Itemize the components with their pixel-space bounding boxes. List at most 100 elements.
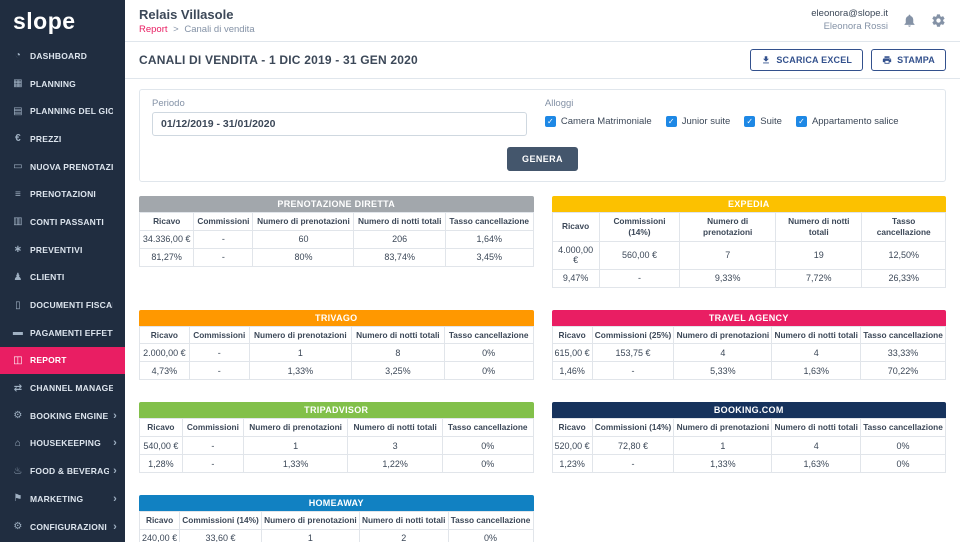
table-row: 520,00 €72,80 €140%: [552, 437, 946, 455]
table-cell: 1: [261, 529, 359, 542]
column-header: Numero di notti totali: [776, 213, 862, 242]
checkbox-icon[interactable]: [666, 116, 677, 127]
periodo-input[interactable]: [152, 112, 527, 136]
column-header: Numero di prenotazioni: [261, 512, 359, 530]
sidebar-item-housekeeping[interactable]: ⌂ HOUSEKEEPING ›: [0, 430, 125, 458]
megaphone-icon: ⚑: [11, 493, 25, 504]
table-cell: 1,28%: [140, 455, 183, 473]
sidebar-item-report[interactable]: ◫ REPORT: [0, 347, 125, 375]
topbar: Relais Villasole Report > Canali di vend…: [125, 0, 960, 42]
sidebar-item-label: FOOD & BEVERAGE: [30, 466, 109, 476]
sidebar-item-dashboard[interactable]: ◔ DASHBOARD: [0, 42, 125, 70]
channel-table-title: TRAVEL AGENCY: [552, 310, 947, 326]
sidebar-item-planning-del-giorno[interactable]: ▤ PLANNING DEL GIORNO: [0, 97, 125, 125]
sidebar-item-label: CHANNEL MANAGER: [30, 383, 113, 393]
calendar-icon: ▦: [11, 78, 25, 89]
genera-button[interactable]: GENERA: [507, 147, 578, 171]
checkbox-icon[interactable]: [796, 116, 807, 127]
column-header: Commissioni: [194, 213, 253, 231]
table-cell: 72,80 €: [592, 437, 674, 455]
alloggio-checkbox[interactable]: Appartamento salice: [796, 116, 899, 127]
chevron-right-icon: ›: [109, 465, 117, 477]
channel-data-table: RicavoCommissioniNumero di prenotazioniN…: [139, 212, 534, 267]
table-cell: 81,27%: [140, 248, 194, 266]
notifications-bell-icon[interactable]: [902, 13, 917, 28]
scarica-excel-button[interactable]: SCARICA EXCEL: [750, 49, 863, 71]
alloggio-checkbox[interactable]: Junior suite: [666, 116, 731, 127]
alloggio-checkbox[interactable]: Suite: [744, 116, 782, 127]
table-row: 540,00 €-130%: [140, 437, 534, 455]
channel-data-table: RicavoCommissioni (14%)Numero di prenota…: [552, 212, 947, 288]
column-header: Numero di prenotazioni: [674, 326, 772, 344]
channel-table-title: EXPEDIA: [552, 196, 947, 212]
table-cell: 1,33%: [674, 455, 772, 473]
stampa-button[interactable]: STAMPA: [871, 49, 946, 71]
checkbox-label: Appartamento salice: [812, 116, 899, 127]
chevron-right-icon: ›: [109, 493, 117, 505]
breadcrumb: Report > Canali di vendita: [139, 24, 255, 35]
table-row: 4.000,00 €560,00 €71912,50%: [552, 241, 946, 269]
table-cell: 0%: [442, 437, 533, 455]
column-header: Ricavo: [552, 419, 592, 437]
home-icon: ⌂: [11, 438, 25, 449]
chart-icon: ◫: [11, 355, 25, 366]
column-header: Numero di prenotazioni: [253, 213, 354, 231]
alloggi-label: Alloggi: [545, 98, 933, 109]
sidebar-item-pagamenti-effettuati[interactable]: ▬ PAGAMENTI EFFETTUATI: [0, 319, 125, 347]
table-header-row: RicavoCommissioni (14%)Numero di prenota…: [552, 213, 946, 242]
sidebar-item-preventivi[interactable]: ∗ PREVENTIVI: [0, 236, 125, 264]
table-row: 34.336,00 €-602061,64%: [140, 230, 534, 248]
page-title: CANALI DI VENDITA - 1 DIC 2019 - 31 GEN …: [139, 53, 418, 67]
sidebar-item-planning[interactable]: ▦ PLANNING: [0, 70, 125, 98]
table-cell: 12,50%: [862, 241, 946, 269]
table-cell: 1,63%: [772, 362, 861, 380]
sidebar-item-conti-passanti[interactable]: ▥ CONTI PASSANTI: [0, 208, 125, 236]
table-cell: 26,33%: [862, 269, 946, 287]
column-header: Commissioni: [189, 326, 249, 344]
table-cell: -: [194, 230, 253, 248]
credit-card-icon: ▬: [11, 327, 25, 338]
channel-table-title: TRIPADVISOR: [139, 402, 534, 418]
periodo-field: Periodo: [152, 98, 527, 136]
table-cell: 70,22%: [861, 362, 946, 380]
table-row: 615,00 €153,75 €4433,33%: [552, 344, 946, 362]
channel-data-table: RicavoCommissioni (25%)Numero di prenota…: [552, 326, 947, 381]
settings-gear-icon[interactable]: [931, 13, 946, 28]
table-cell: 1: [243, 437, 347, 455]
stampa-label: STAMPA: [897, 55, 935, 65]
column-header: Numero di prenotazioni: [249, 326, 351, 344]
receipt-icon: ▥: [11, 216, 25, 227]
sidebar-item-label: PLANNING DEL GIORNO: [30, 106, 113, 116]
sidebar-item-label: PAGAMENTI EFFETTUATI: [30, 328, 113, 338]
column-header: Numero di notti totali: [354, 213, 445, 231]
alloggio-checkbox[interactable]: Camera Matrimoniale: [545, 116, 652, 127]
sidebar-item-configurazioni[interactable]: ⚙ CONFIGURAZIONI ›: [0, 513, 125, 541]
column-header: Numero di prenotazioni: [674, 419, 772, 437]
sidebar-item-food-beverage[interactable]: ♨ FOOD & BEVERAGE ›: [0, 457, 125, 485]
sidebar-item-marketing[interactable]: ⚑ MARKETING ›: [0, 485, 125, 513]
sidebar-item-channel-manager[interactable]: ⇄ CHANNEL MANAGER: [0, 374, 125, 402]
checkbox-icon[interactable]: [545, 116, 556, 127]
user-email: eleonora@slope.it: [811, 8, 888, 20]
sidebar-item-documenti-fiscali[interactable]: ▯ DOCUMENTI FISCALI: [0, 291, 125, 319]
breadcrumb-report-link[interactable]: Report: [139, 24, 168, 35]
table-cell: 0%: [444, 362, 533, 380]
sidebar-item-nuova-prenotazione[interactable]: ▭ NUOVA PRENOTAZIONE: [0, 153, 125, 181]
table-cell: -: [194, 248, 253, 266]
table-cell: 2: [359, 529, 448, 542]
breadcrumb-current: Canali di vendita: [184, 24, 254, 35]
table-body: 34.336,00 €-602061,64%81,27%-80%83,74%3,…: [140, 230, 534, 266]
sidebar-item-prezzi[interactable]: € PREZZI: [0, 125, 125, 153]
table-body: 240,00 €33,60 €120%0,57%-1,33%0,81%0%: [140, 529, 534, 542]
checkbox-icon[interactable]: [744, 116, 755, 127]
sidebar-item-booking-engine[interactable]: ⚙ BOOKING ENGINE ›: [0, 402, 125, 430]
channel-table-title: BOOKING.COM: [552, 402, 947, 418]
alloggi-field: Alloggi Camera Matrimoniale Junior suite…: [545, 98, 933, 136]
table-cell: 0%: [448, 529, 533, 542]
table-cell: 4: [772, 437, 861, 455]
sidebar-item-prenotazioni[interactable]: ≡ PRENOTAZIONI: [0, 180, 125, 208]
table-cell: 33,60 €: [180, 529, 262, 542]
sidebar-item-clienti[interactable]: ♟ CLIENTI: [0, 264, 125, 292]
column-header: Commissioni (14%): [592, 419, 674, 437]
table-header-row: RicavoCommissioni (25%)Numero di prenota…: [552, 326, 946, 344]
